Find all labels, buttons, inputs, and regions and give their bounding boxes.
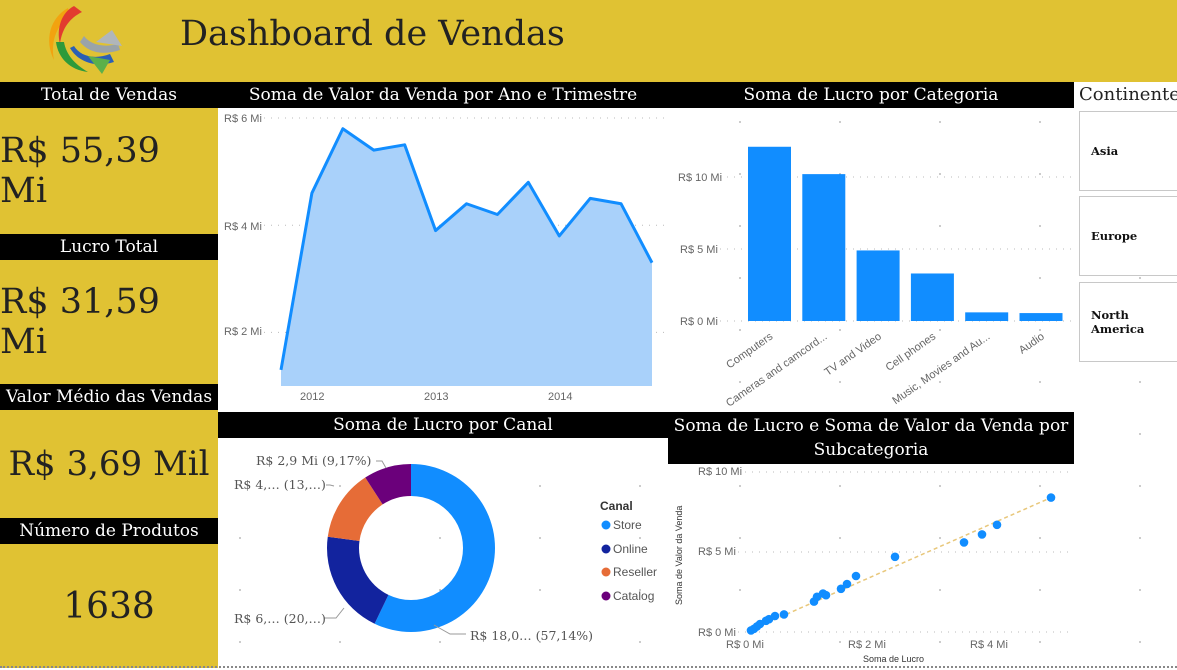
bar-3 (910, 273, 954, 321)
bar-1 (802, 174, 846, 321)
kpi-card-average-sale[interactable]: R$ 3,69 Mil (0, 410, 218, 518)
legend-marker-online (601, 544, 611, 554)
kpi-title-total-profit: Lucro Total (0, 234, 218, 260)
bar-chart-title: Soma de Lucro por Categoria (668, 82, 1074, 108)
legend-marker-store (601, 520, 611, 530)
y-tick-0: R$ 0 Mi (698, 627, 736, 639)
slicer-title: Continente (1076, 82, 1177, 108)
kpi-title-product-count: Número de Produtos (0, 518, 218, 544)
data-label-online: R$ 6,… (20,…) (234, 611, 326, 626)
slicer-item-north-america[interactable]: North America (1079, 282, 1177, 362)
y-tick-10: R$ 10 Mi (678, 172, 722, 184)
x-tick-2012: 2012 (300, 391, 324, 403)
kpi-value-average-sale: R$ 3,69 Mil (8, 444, 210, 484)
leader-line-catalog (376, 460, 387, 469)
category-label-4: Music, Movies and Au... (890, 331, 992, 407)
page-title: Dashboard de Vendas (180, 14, 565, 54)
category-label-1: Cameras and camcord... (724, 331, 830, 408)
x-tick-2014: 2014 (548, 391, 572, 403)
scatter-point-17 (977, 530, 987, 539)
data-label-store: R$ 18,0… (57,14%) (470, 628, 593, 643)
bar-4 (965, 312, 1009, 321)
scatter-point-18 (992, 520, 1002, 530)
scatter-point-16 (959, 538, 969, 547)
scatter-point-11 (821, 590, 831, 600)
y-tick-0: R$ 0 Mi (680, 316, 718, 328)
bar-5 (1019, 313, 1063, 321)
legend-marker-catalog (601, 591, 611, 601)
y-tick-5: R$ 5 Mi (698, 546, 736, 558)
category-label-3: Cell phones (884, 330, 939, 373)
header-bar: Dashboard de Vendas (0, 0, 1177, 82)
scatter-point-6 (770, 611, 780, 621)
y-tick-2: R$ 2 Mi (224, 326, 262, 338)
category-label-5: Audio (1017, 331, 1047, 357)
donut-chart-title: Soma de Lucro por Canal (218, 412, 668, 438)
legend-title: Canal (600, 499, 633, 513)
leader-line-reseller (326, 484, 335, 487)
y-tick-6: R$ 6 Mi (224, 113, 262, 125)
legend-item-catalog[interactable]: Catalog (613, 589, 654, 603)
kpi-card-total-sales[interactable]: R$ 55,39 Mi (0, 108, 218, 234)
legend-item-reseller[interactable]: Reseller (613, 565, 657, 579)
x-tick-0: R$ 0 Mi (726, 639, 764, 651)
bar-chart[interactable]: R$ 10 Mi R$ 5 Mi R$ 0 Mi ComputersCamera… (668, 108, 1074, 408)
kpi-card-product-count[interactable]: 1638 (0, 544, 218, 668)
bar-2 (856, 250, 900, 321)
scatter-point-13 (842, 579, 852, 589)
scatter-point-14 (851, 571, 861, 581)
logo-icon (49, 6, 122, 74)
x-tick-2013: 2013 (424, 391, 448, 403)
legend-marker-reseller (601, 567, 611, 577)
kpi-title-average-sale: Valor Médio das Vendas (0, 384, 218, 410)
x-tick-2: R$ 2 Mi (848, 639, 886, 651)
scatter-point-19 (1046, 493, 1056, 502)
slicer-item-asia[interactable]: Asia (1079, 111, 1177, 191)
x-axis-title: Soma de Lucro (863, 654, 924, 664)
y-axis-title: Soma de Valor da Venda (674, 506, 684, 605)
y-tick-5: R$ 5 Mi (680, 244, 718, 256)
page-bottom-border (0, 666, 1177, 668)
legend-item-store[interactable]: Store (613, 518, 642, 532)
area-chart-title: Soma de Valor da Venda por Ano e Trimest… (218, 82, 668, 108)
category-label-2: TV and Video (822, 331, 883, 379)
scatter-chart-title: Soma de Lucro e Soma de Valor da Venda p… (668, 412, 1074, 464)
kpi-value-total-profit: R$ 31,59 Mi (0, 282, 160, 362)
trend-line (747, 496, 1052, 632)
kpi-card-total-profit[interactable]: R$ 31,59 Mi (0, 260, 218, 384)
slicer-item-europe[interactable]: Europe (1079, 196, 1177, 276)
bar-0 (748, 146, 791, 321)
donut-chart[interactable]: Canal Store Online Reseller Catalog R$ 1… (218, 438, 668, 664)
data-label-reseller: R$ 4,… (13,…) (234, 477, 326, 492)
y-tick-4: R$ 4 Mi (224, 221, 262, 233)
scatter-point-15 (890, 552, 900, 562)
kpi-value-total-sales: R$ 55,39 Mi (0, 131, 160, 211)
data-label-catalog: R$ 2,9 Mi (9,17%) (256, 453, 371, 468)
scatter-chart[interactable]: R$ 10 Mi R$ 5 Mi R$ 0 Mi R$ 0 Mi R$ 2 Mi… (668, 464, 1074, 666)
kpi-title-total-sales: Total de Vendas (0, 82, 218, 108)
donut-slice-online (327, 536, 389, 624)
kpi-value-product-count: 1638 (63, 585, 155, 627)
leader-line-online (324, 607, 345, 619)
x-tick-4: R$ 4 Mi (970, 639, 1008, 651)
scatter-point-7 (779, 610, 789, 619)
area-chart[interactable]: R$ 6 Mi R$ 4 Mi R$ 2 Mi 2012 2013 2014 (218, 108, 668, 408)
legend-item-online[interactable]: Online (613, 542, 648, 556)
y-tick-10: R$ 10 Mi (698, 466, 742, 478)
category-label-0: Computers (724, 330, 775, 371)
